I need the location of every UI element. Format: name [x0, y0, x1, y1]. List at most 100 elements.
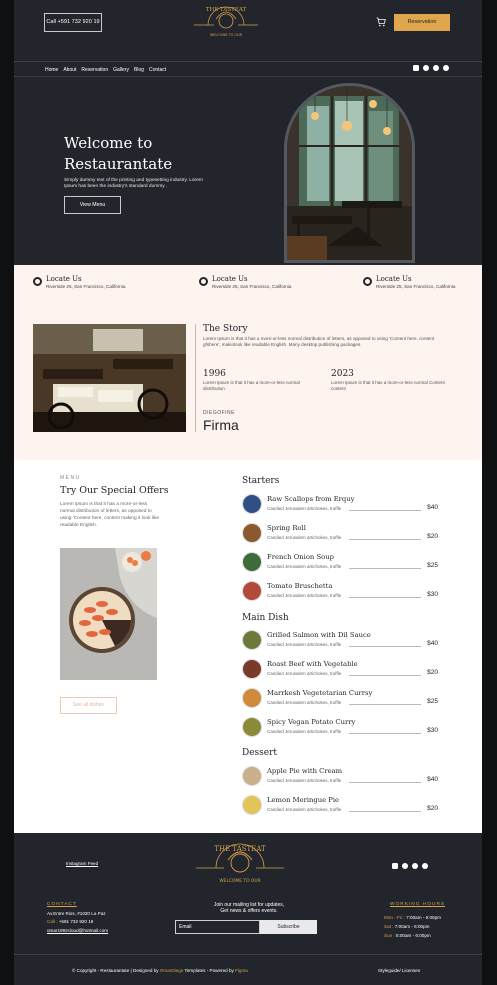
dish-desc: Candied Jerusalem artichokes, truffle: [267, 807, 342, 812]
dish-leader: [349, 646, 421, 647]
pinterest-icon[interactable]: [443, 65, 449, 71]
dish-leader: [349, 568, 421, 569]
dish-name: Apple Pie with Cream: [267, 767, 343, 775]
contact-phone[interactable]: Call : +591 732 920 19: [47, 918, 93, 925]
nav-home[interactable]: Home: [45, 67, 58, 73]
menu-label: MENU: [60, 475, 81, 481]
footer-logo[interactable]: THE TASTEAT WELCOME TO OUR: [194, 840, 286, 892]
site-footer: Instagram Feed THE TASTEAT WELCOME TO OU…: [14, 833, 482, 985]
dish-desc: Candied Jerusalem artichokes, truffle: [267, 671, 342, 676]
figma-link[interactable]: Figma: [235, 968, 248, 973]
dish-price: $40: [427, 504, 438, 511]
footer-logo-bottom-text: WELCOME TO OUR: [219, 878, 260, 884]
locate-item-2: Locate Us Riverside 25, San Francisco, C…: [199, 275, 291, 290]
call-button[interactable]: Call +591 732 920 19: [44, 13, 102, 32]
designer-link[interactable]: OmarDiego: [160, 968, 184, 973]
cart-icon[interactable]: [376, 17, 386, 27]
dish-name: Marrkesh Vegetetarian Currsy: [267, 689, 373, 697]
instagram-icon[interactable]: [413, 65, 419, 71]
category-starters: Starters: [242, 476, 280, 486]
logo-bottom-text: WELCOME TO OUR: [210, 33, 243, 37]
dish-item[interactable]: Apple Pie with Cream Candied Jerusalem a…: [242, 766, 438, 788]
contact-address: Av.Entre Rios, #1020 La Paz: [47, 911, 106, 916]
twitter-icon[interactable]: [412, 863, 418, 869]
view-menu-button[interactable]: View Menu: [64, 196, 121, 214]
story-text: Lorem Ipsum is that it has a more-or-les…: [203, 336, 435, 347]
dish-price: $25: [427, 562, 438, 569]
dish-price: $20: [427, 805, 438, 812]
hours-day: Mon - Fri :: [384, 915, 405, 920]
twitter-icon[interactable]: [433, 65, 439, 71]
email-input[interactable]: Email: [175, 920, 260, 934]
year-1996-text: Lorem Ipsum is that it has a more-or-les…: [203, 380, 300, 391]
copyright-text: © Copyright - Restaurantate | Designed b…: [72, 968, 159, 973]
instagram-icon[interactable]: [392, 863, 398, 869]
dish-price: $20: [427, 669, 438, 676]
dish-item[interactable]: Raw Scallops from Erquy Candied Jerusale…: [242, 494, 438, 516]
signature-label: DIEGOFINE: [203, 410, 236, 416]
instagram-feed-link[interactable]: Instagram Feed: [66, 861, 98, 866]
locate-item-3: Locate Us Riverside 25, San Francisco, C…: [363, 275, 455, 290]
dish-price: $25: [427, 698, 438, 705]
dish-item[interactable]: Spicy Vegan Potato Curry Candied Jerusal…: [242, 717, 438, 739]
locate-title: Locate Us: [212, 275, 248, 283]
signature: Firma: [203, 417, 239, 433]
dish-leader: [349, 597, 421, 598]
menu-section: MENU Try Our Special Offers Lorem Ipsum …: [14, 460, 482, 833]
contact-email[interactable]: omar1992cloud@hotmail.com: [47, 927, 108, 934]
location-icon: [33, 277, 42, 286]
dish-desc: Candied Jerusalem artichokes, truffle: [267, 700, 342, 705]
year-2023: 2023: [331, 369, 354, 379]
dish-image: [242, 688, 262, 708]
dish-price: $40: [427, 640, 438, 647]
dish-item[interactable]: Spring Roll Candied Jerusalem artichokes…: [242, 523, 438, 545]
see-all-dishes-button[interactable]: See all dishes: [60, 697, 117, 714]
dish-price: $20: [427, 533, 438, 540]
phone-prefix: Call :: [47, 919, 58, 924]
hero-image: [284, 83, 415, 263]
nav-contact[interactable]: Contact: [149, 67, 166, 73]
dish-item[interactable]: Tomato Bruschetta Candied Jerusalem arti…: [242, 581, 438, 603]
dish-image: [242, 659, 262, 679]
subscribe-button[interactable]: Subscribe: [260, 920, 317, 934]
dish-name: Tomato Bruschetta: [267, 582, 333, 590]
nav-gallery[interactable]: Gallery: [113, 67, 129, 73]
dish-item[interactable]: Lemon Meringue Pie Candied Jerusalem art…: [242, 795, 438, 817]
category-main-dish: Main Dish: [242, 613, 289, 623]
reservation-button[interactable]: Reservation: [394, 14, 450, 31]
restaurant-logo[interactable]: THE TASTEAT WELCOME TO OUR: [192, 3, 260, 47]
header-socials: [413, 65, 449, 71]
hours-day: Sat :: [384, 924, 394, 929]
dish-item[interactable]: Roast Beef with Vegetable Candied Jerusa…: [242, 659, 438, 681]
pinterest-icon[interactable]: [422, 863, 428, 869]
dish-image: [242, 766, 262, 786]
hero-subtitle: Simply dummy text of the printing and ty…: [64, 178, 203, 189]
dish-desc: Candied Jerusalem artichokes, truffle: [267, 642, 342, 647]
styleguide-link[interactable]: Styleguide/ Licenses: [378, 968, 420, 973]
facebook-icon[interactable]: [423, 65, 429, 71]
dish-leader: [349, 782, 421, 783]
dish-desc: Candied Jerusalem artichokes, truffle: [267, 778, 342, 783]
dish-image: [242, 494, 262, 514]
dish-item[interactable]: French Onion Soup Candied Jerusalem arti…: [242, 552, 438, 574]
dish-item[interactable]: Grilled Salmon with Dil Sauce Candied Je…: [242, 630, 438, 652]
nav-blog[interactable]: Blog: [134, 67, 144, 73]
dish-desc: Candied Jerusalem artichokes, truffle: [267, 506, 342, 511]
dish-desc: Candied Jerusalem artichokes, truffle: [267, 729, 342, 734]
dish-leader: [349, 510, 421, 511]
dish-name: Lemon Meringue Pie: [267, 796, 340, 804]
facebook-icon[interactable]: [402, 863, 408, 869]
copyright: © Copyright - Restaurantate | Designed b…: [72, 968, 248, 973]
mailing-line2: Get news & offers events.: [220, 908, 278, 914]
footer-socials: [392, 863, 428, 869]
locate-address: Riverside 25, San Francisco, California: [46, 284, 126, 289]
dish-name: Spring Roll: [267, 524, 306, 532]
clock-icon: [199, 277, 208, 286]
dish-image: [242, 795, 262, 815]
story-divider: [195, 324, 196, 432]
nav-about[interactable]: About: [63, 67, 76, 73]
menu-description: Lorem Ipsum is that it has a more-or-les…: [60, 502, 160, 528]
site-frame: Call +591 732 920 19 THE TASTEAT WELCOME…: [14, 0, 482, 985]
dish-item[interactable]: Marrkesh Vegetetarian Currsy Candied Jer…: [242, 688, 438, 710]
nav-reservation[interactable]: Reservation: [81, 67, 108, 73]
